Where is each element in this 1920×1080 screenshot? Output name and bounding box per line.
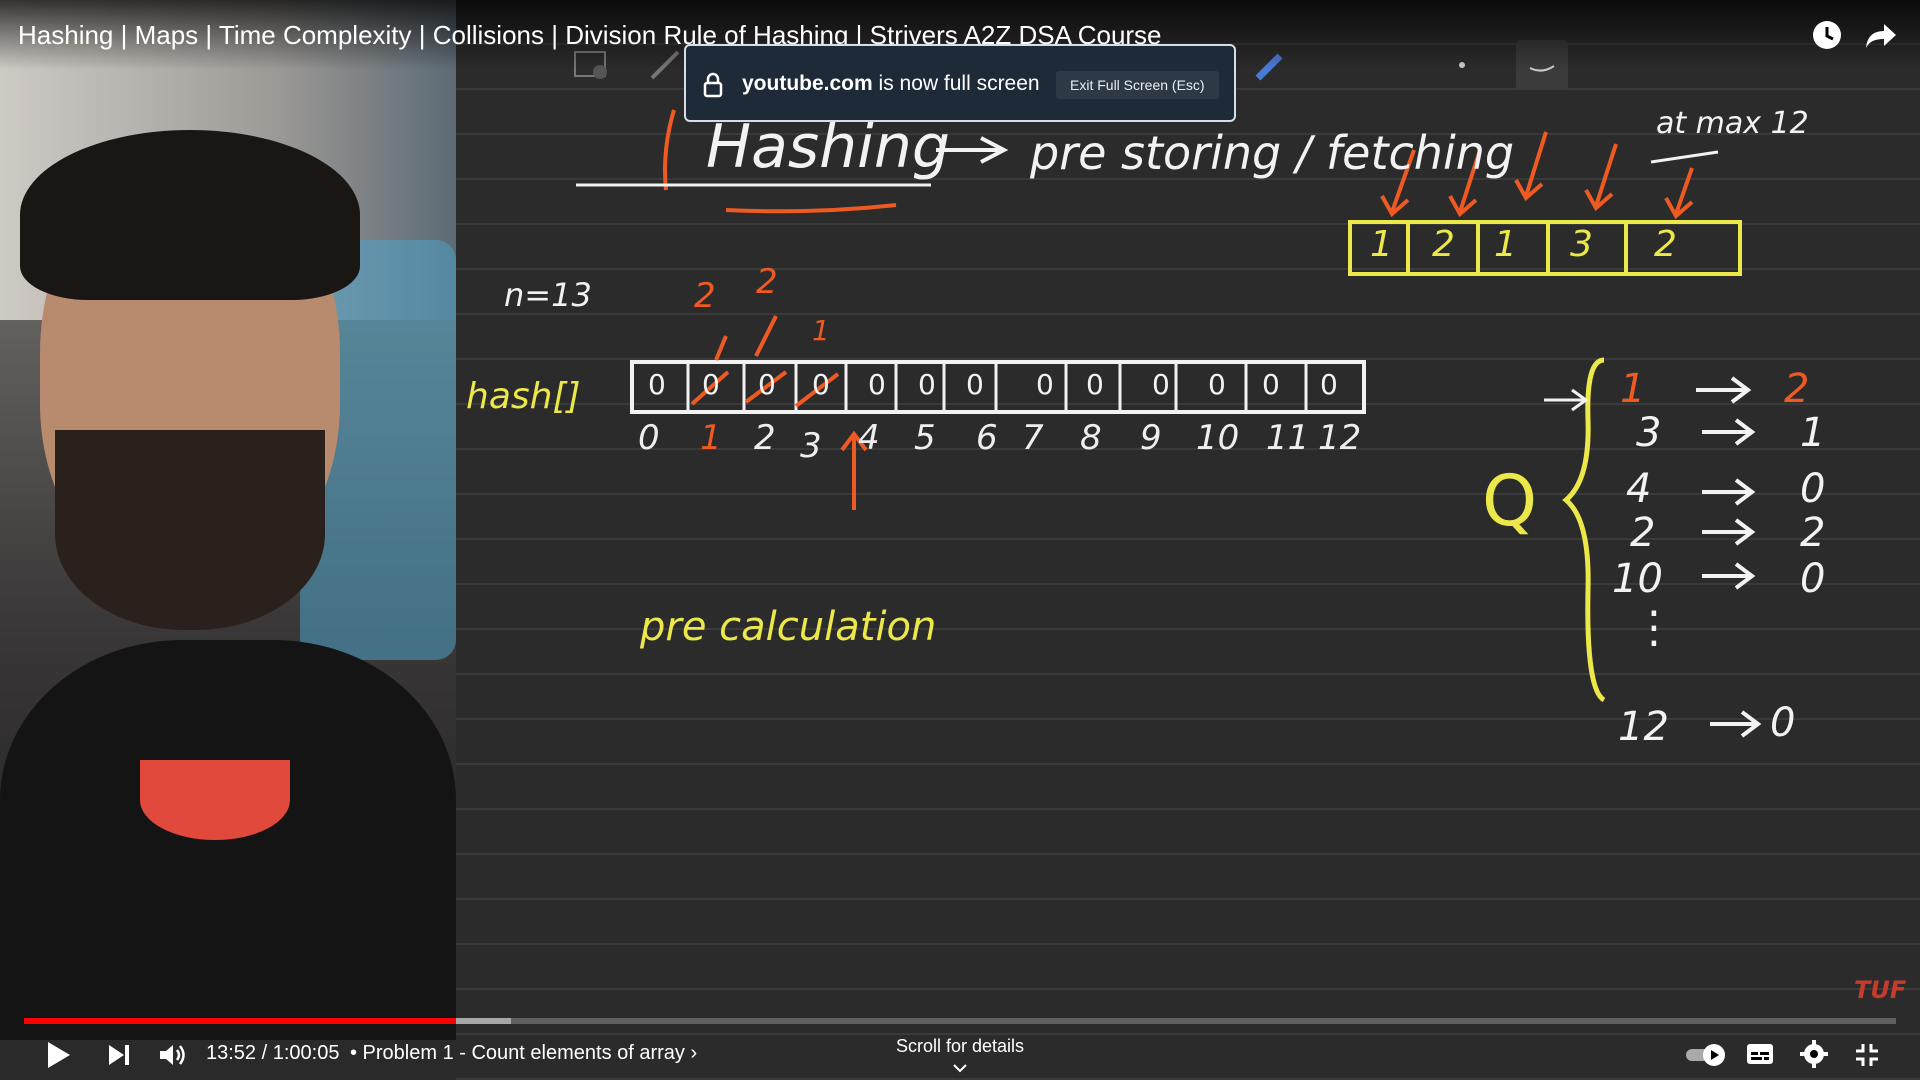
- player-controls: 13:52 / 1:00:05 • Problem 1 - Count elem…: [0, 1030, 1920, 1080]
- map-value: 1: [1800, 410, 1826, 456]
- hash-index: 12: [1318, 418, 1362, 458]
- hash-index: 8: [1080, 418, 1102, 458]
- clock-icon[interactable]: [1810, 18, 1844, 52]
- scroll-for-details[interactable]: Scroll for details: [880, 1036, 1040, 1078]
- fullscreen-text: is now full screen: [878, 72, 1040, 95]
- fullscreen-notice: youtube.com is now full screen Exit Full…: [684, 44, 1236, 122]
- hash-index: 7: [1022, 418, 1044, 458]
- hash-index: 5: [914, 418, 936, 458]
- pre-calculation-label: pre calculation: [640, 604, 937, 650]
- next-icon[interactable]: [106, 1042, 132, 1068]
- overwrite-count: 2: [756, 262, 778, 302]
- hash-cell: 0: [1262, 368, 1280, 401]
- hash-cell: 0: [702, 368, 720, 401]
- hash-cell: 0: [868, 368, 886, 401]
- hash-cell: 0: [758, 368, 776, 401]
- fullscreen-domain: youtube.com: [742, 72, 873, 95]
- settings-icon[interactable]: [1800, 1040, 1828, 1068]
- hash-index: 9: [1140, 418, 1162, 458]
- n-label: n=13: [504, 276, 592, 314]
- hash-cell: 0: [812, 368, 830, 401]
- exit-fullscreen-button[interactable]: Exit Full Screen (Esc): [1056, 71, 1219, 99]
- query-symbol: Q: [1482, 460, 1538, 542]
- overwrite-count: 1: [812, 314, 830, 347]
- input-array-cell: 1: [1370, 224, 1393, 265]
- volume-icon[interactable]: [158, 1042, 188, 1068]
- hair: [20, 130, 360, 300]
- time-display: 13:52 / 1:00:05: [206, 1042, 340, 1064]
- play-icon[interactable]: [44, 1040, 72, 1070]
- fullscreen-message: youtube.com is now full screen: [742, 72, 1040, 96]
- chapter-label: • Problem 1 - Count elements of array: [350, 1042, 685, 1064]
- share-icon[interactable]: [1864, 18, 1898, 52]
- chevron-down-icon: [953, 1064, 967, 1073]
- progress-played: [24, 1018, 457, 1024]
- presenter-webcam: [0, 0, 456, 1040]
- beard: [55, 430, 325, 630]
- subtitles-icon[interactable]: [1746, 1042, 1774, 1066]
- input-array-cell: 2: [1432, 224, 1455, 265]
- map-value: 2: [1784, 366, 1810, 412]
- map-key: 2: [1630, 510, 1656, 556]
- hash-index: 3: [800, 426, 822, 466]
- map-key: 4: [1626, 466, 1652, 512]
- query-max-label: at max 12: [1656, 106, 1809, 141]
- lock-icon: [703, 72, 723, 98]
- map-key: 3: [1636, 410, 1662, 456]
- map-value: 0: [1800, 466, 1826, 512]
- input-array-cell: 3: [1570, 224, 1593, 265]
- chevron-right-icon: ›: [690, 1042, 698, 1064]
- heading-suffix: pre storing / fetching: [1030, 126, 1515, 180]
- map-value: 0: [1800, 556, 1826, 602]
- map-key: 12: [1618, 704, 1669, 750]
- input-array-cell: 2: [1654, 224, 1677, 265]
- map-key: 10: [1612, 556, 1663, 602]
- scroll-hint-label: Scroll for details: [895, 1036, 1025, 1056]
- shirt: [140, 760, 290, 840]
- map-ellipsis: ⋮: [1632, 602, 1676, 653]
- progress-bar[interactable]: [24, 1018, 1896, 1024]
- video-frame[interactable]: Hashing pre storing / fetching at max 12…: [0, 0, 1920, 1080]
- hash-index: 4: [858, 418, 880, 458]
- hash-cell: 0: [648, 368, 666, 401]
- hash-cell: 0: [966, 368, 984, 401]
- chapter-title[interactable]: • Problem 1 - Count elements of array ›: [350, 1042, 697, 1065]
- hash-index: 10: [1196, 418, 1240, 458]
- autoplay-toggle-icon[interactable]: [1684, 1042, 1728, 1068]
- hash-cell: 0: [1320, 368, 1338, 401]
- map-value: 2: [1800, 510, 1826, 556]
- map-value: 0: [1770, 700, 1796, 746]
- exit-fullscreen-icon[interactable]: [1854, 1042, 1880, 1068]
- hash-index: 11: [1266, 418, 1310, 458]
- hash-cell: 0: [918, 368, 936, 401]
- input-array-cell: 1: [1494, 224, 1517, 265]
- hoodie: [0, 640, 456, 1040]
- hash-cell: 0: [1086, 368, 1104, 401]
- hash-index: 0: [638, 418, 660, 458]
- array-name-label: hash[]: [466, 376, 581, 417]
- hash-cell: 0: [1036, 368, 1054, 401]
- hash-index: 2: [754, 418, 776, 458]
- hash-index: 1: [700, 418, 722, 458]
- map-key: 1: [1620, 366, 1646, 412]
- hash-cell: 0: [1152, 368, 1170, 401]
- heading-hashing: Hashing: [706, 112, 950, 182]
- channel-watermark: TUF: [1854, 976, 1907, 1004]
- overwrite-count: 2: [694, 276, 716, 316]
- hash-cell: 0: [1208, 368, 1226, 401]
- hash-index: 6: [976, 418, 998, 458]
